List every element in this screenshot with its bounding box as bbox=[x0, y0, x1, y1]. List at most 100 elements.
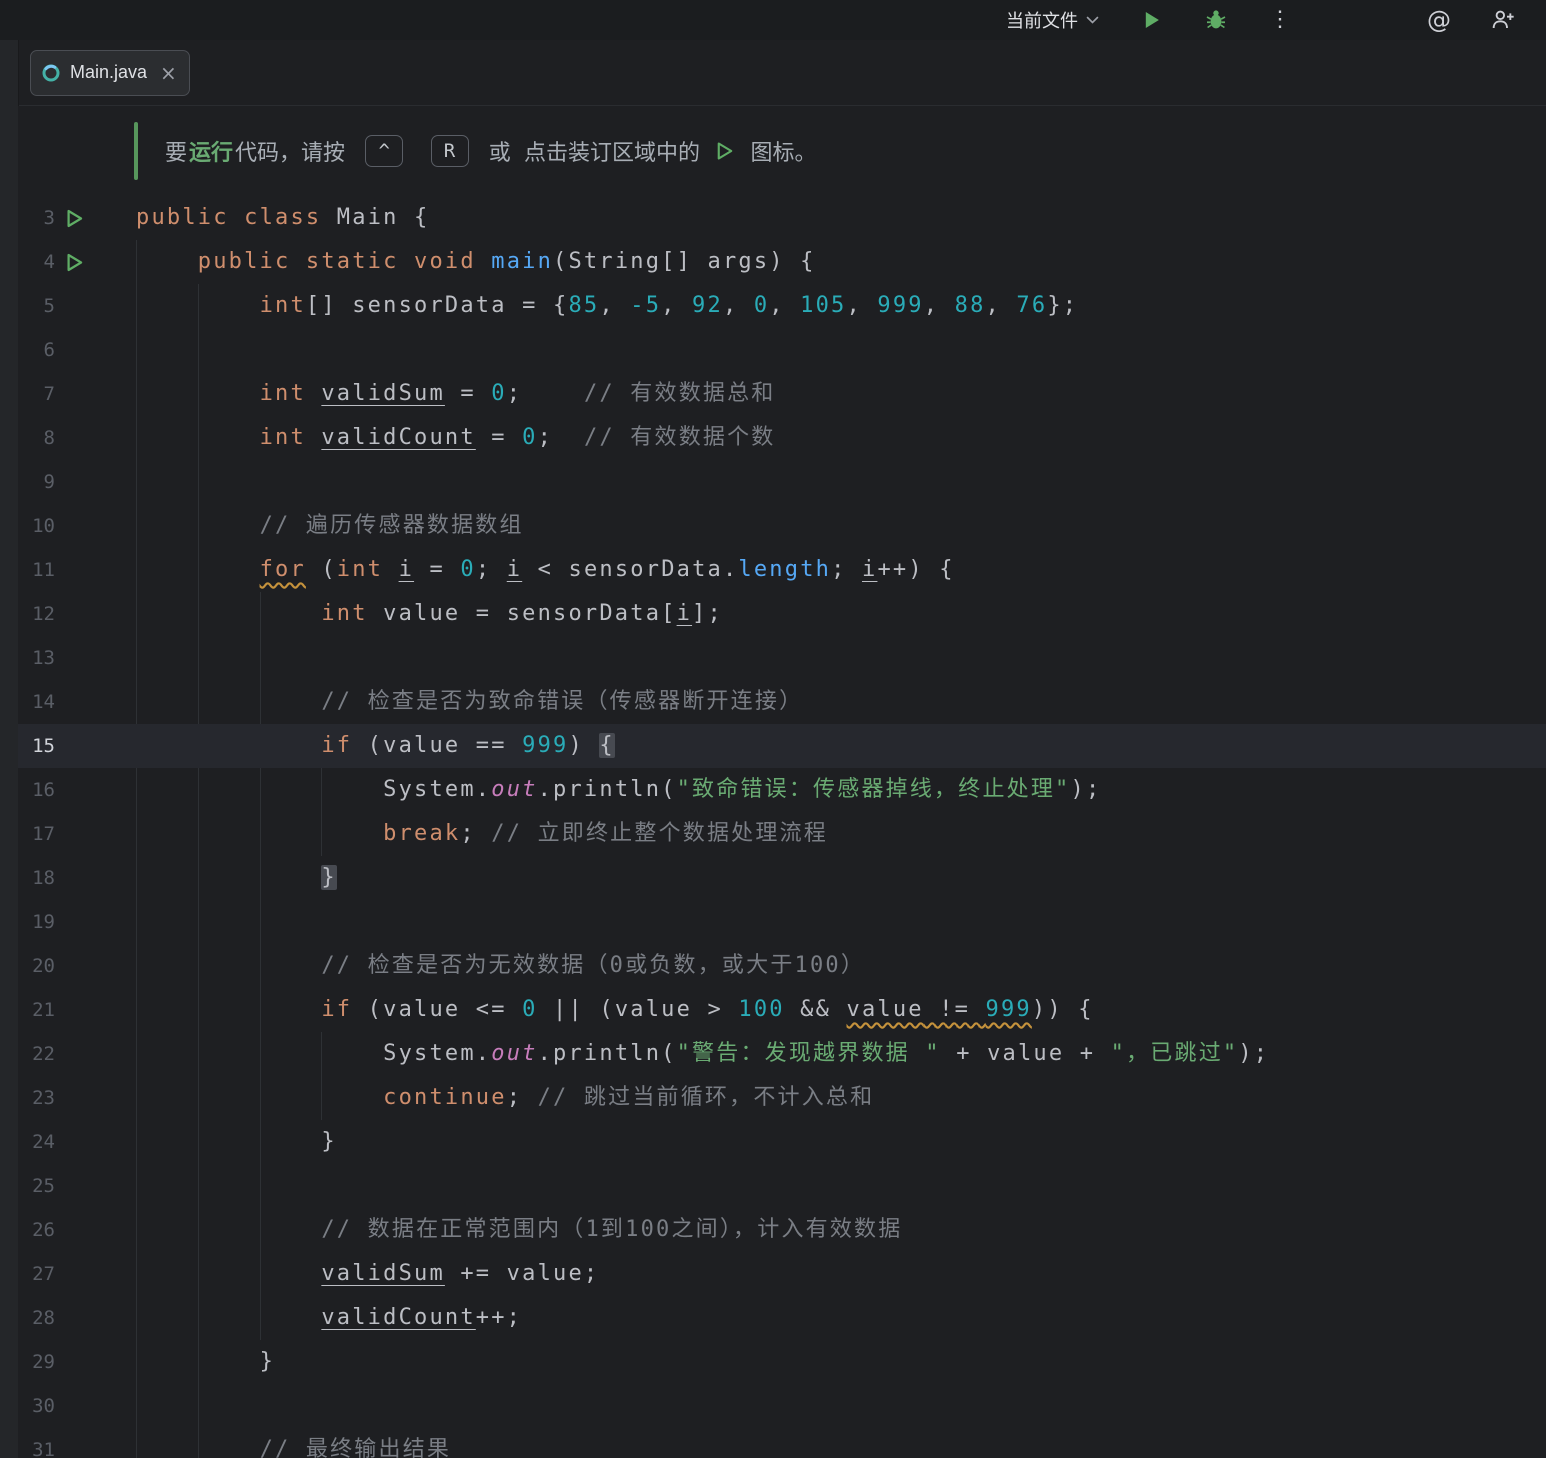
tab-close-icon[interactable]: × bbox=[160, 63, 177, 83]
line-number[interactable]: 4 bbox=[18, 251, 55, 273]
line-number[interactable]: 22 bbox=[18, 1043, 55, 1065]
line-number[interactable]: 21 bbox=[18, 999, 55, 1021]
run-configuration-selector[interactable]: 当前文件 bbox=[1006, 7, 1099, 33]
code-line[interactable]: 9 bbox=[18, 460, 1546, 504]
code-line[interactable]: 26 // 数据在正常范围内（1到100之间），计入有效数据 bbox=[18, 1208, 1546, 1252]
code-text: System.out.println("致命错误：传感器掉线，终止处理"); bbox=[118, 768, 1101, 812]
hint-segment: 运行 bbox=[189, 135, 233, 167]
line-number[interactable]: 12 bbox=[18, 603, 55, 625]
run-config-label: 当前文件 bbox=[1006, 7, 1078, 33]
run-gutter-icon[interactable] bbox=[64, 208, 85, 229]
java-class-icon bbox=[41, 63, 61, 83]
code-line[interactable]: 25 bbox=[18, 1164, 1546, 1208]
code-text: public class Main { bbox=[118, 196, 429, 240]
code-line[interactable]: 19 bbox=[18, 900, 1546, 944]
line-number[interactable]: 3 bbox=[18, 207, 55, 229]
line-number[interactable]: 19 bbox=[18, 911, 55, 933]
line-number[interactable]: 5 bbox=[18, 295, 55, 317]
kebab-menu-icon: ⋮ bbox=[1269, 9, 1291, 31]
gutter[interactable] bbox=[55, 252, 118, 273]
ide-window: 当前文件 ⋮ @ bbox=[0, 0, 1546, 1458]
code-line[interactable]: 29 } bbox=[18, 1340, 1546, 1384]
main-toolbar: 当前文件 ⋮ @ bbox=[0, 0, 1546, 40]
tool-window-stripe bbox=[0, 40, 19, 1458]
code-text: // 检查是否为致命错误（传感器断开连接） bbox=[118, 680, 803, 724]
line-number[interactable]: 31 bbox=[18, 1439, 55, 1458]
code-line[interactable]: 16 System.out.println("致命错误：传感器掉线，终止处理")… bbox=[18, 768, 1546, 812]
line-number[interactable]: 17 bbox=[18, 823, 55, 845]
code-with-me-button[interactable] bbox=[1488, 5, 1518, 35]
line-number[interactable]: 16 bbox=[18, 779, 55, 801]
code-line[interactable]: 15 if (value == 999) { bbox=[18, 724, 1546, 768]
code-line[interactable]: 4 public static void main(String[] args)… bbox=[18, 240, 1546, 284]
code-line[interactable]: 27 validSum += value; bbox=[18, 1252, 1546, 1296]
line-number[interactable]: 8 bbox=[18, 427, 55, 449]
code-line[interactable]: 20 // 检查是否为无效数据（0或负数，或大于100） bbox=[18, 944, 1546, 988]
code-text: if (value <= 0 || (value > 100 && value … bbox=[118, 988, 1094, 1032]
hint-segment: 代码，请按 bbox=[235, 135, 358, 167]
code-line[interactable]: 8 int validCount = 0; // 有效数据个数 bbox=[18, 416, 1546, 460]
debug-bug-icon bbox=[1204, 8, 1228, 32]
line-number[interactable]: 24 bbox=[18, 1131, 55, 1153]
code-text: continue; // 跳过当前循环，不计入总和 bbox=[118, 1076, 874, 1120]
line-number[interactable]: 10 bbox=[18, 515, 55, 537]
line-number[interactable]: 29 bbox=[18, 1351, 55, 1373]
code-line[interactable]: 22 System.out.println("警告：发现越界数据 " + val… bbox=[18, 1032, 1546, 1076]
code-line[interactable]: 31 // 最终输出结果 bbox=[18, 1428, 1546, 1458]
line-number[interactable]: 28 bbox=[18, 1307, 55, 1329]
code-text: // 遍历传感器数据数组 bbox=[118, 504, 524, 548]
editor-tab-bar: Main.java × bbox=[18, 40, 1546, 106]
line-number[interactable]: 18 bbox=[18, 867, 55, 889]
gutter[interactable] bbox=[55, 208, 118, 229]
code-line[interactable]: 23 continue; // 跳过当前循环，不计入总和 bbox=[18, 1076, 1546, 1120]
code-line[interactable]: 21 if (value <= 0 || (value > 100 && val… bbox=[18, 988, 1546, 1032]
line-number[interactable]: 7 bbox=[18, 383, 55, 405]
line-number[interactable]: 27 bbox=[18, 1263, 55, 1285]
line-number[interactable]: 25 bbox=[18, 1175, 55, 1197]
line-number[interactable]: 15 bbox=[18, 735, 55, 757]
code-text: } bbox=[118, 1120, 337, 1164]
code-line[interactable]: 5 int[] sensorData = {85, -5, 92, 0, 105… bbox=[18, 284, 1546, 328]
line-number[interactable]: 23 bbox=[18, 1087, 55, 1109]
code-line[interactable]: 11 for (int i = 0; i < sensorData.length… bbox=[18, 548, 1546, 592]
code-line[interactable]: 7 int validSum = 0; // 有效数据总和 bbox=[18, 372, 1546, 416]
run-gutter-icon-glyph bbox=[715, 139, 735, 164]
code-text: System.out.println("警告：发现越界数据 " + value … bbox=[118, 1032, 1269, 1076]
line-number[interactable]: 14 bbox=[18, 691, 55, 713]
more-actions-button[interactable]: ⋮ bbox=[1265, 5, 1295, 35]
code-line[interactable]: 12 int value = sensorData[i]; bbox=[18, 592, 1546, 636]
code-line[interactable]: 18 } bbox=[18, 856, 1546, 900]
code-text: int[] sensorData = {85, -5, 92, 0, 105, … bbox=[118, 284, 1078, 328]
code-line[interactable]: 6 bbox=[18, 328, 1546, 372]
line-number[interactable]: 20 bbox=[18, 955, 55, 977]
code-line[interactable]: 28 validCount++; bbox=[18, 1296, 1546, 1340]
code-text: validSum += value; bbox=[118, 1252, 599, 1296]
line-number[interactable]: 6 bbox=[18, 339, 55, 361]
tab-main-java[interactable]: Main.java × bbox=[30, 50, 190, 96]
run-icon bbox=[715, 141, 735, 161]
debug-button[interactable] bbox=[1201, 5, 1231, 35]
editor-pane[interactable]: 要运行代码，请按 ^ R 或 点击装订区域中的 图标。 3public clas… bbox=[18, 106, 1546, 1458]
code-line[interactable]: 10 // 遍历传感器数据数组 bbox=[18, 504, 1546, 548]
run-icon bbox=[1141, 9, 1163, 31]
line-number[interactable]: 26 bbox=[18, 1219, 55, 1241]
code-lines: 3 public class Main {4 public static void… bbox=[18, 196, 1546, 1458]
run-gutter-icon[interactable] bbox=[64, 252, 85, 273]
code-text: // 检查是否为无效数据（0或负数，或大于100） bbox=[118, 944, 865, 988]
code-line[interactable]: 24 } bbox=[18, 1120, 1546, 1164]
hint-segment: 图标。 bbox=[737, 135, 816, 167]
run-button[interactable] bbox=[1137, 5, 1167, 35]
line-number[interactable]: 11 bbox=[18, 559, 55, 581]
ai-assistant-button[interactable]: @ bbox=[1424, 5, 1454, 35]
code-line[interactable]: 3 public class Main { bbox=[18, 196, 1546, 240]
code-text: validCount++; bbox=[118, 1296, 522, 1340]
code-line[interactable]: 30 bbox=[18, 1384, 1546, 1428]
tab-label: Main.java bbox=[70, 62, 147, 83]
code-line[interactable]: 17 break; // 立即终止整个数据处理流程 bbox=[18, 812, 1546, 856]
code-line[interactable]: 13 bbox=[18, 636, 1546, 680]
line-number[interactable]: 9 bbox=[18, 471, 55, 493]
line-number[interactable]: 30 bbox=[18, 1395, 55, 1417]
code-line[interactable]: 14 // 检查是否为致命错误（传感器断开连接） bbox=[18, 680, 1546, 724]
code-text: if (value == 999) { bbox=[118, 724, 615, 768]
line-number[interactable]: 13 bbox=[18, 647, 55, 669]
